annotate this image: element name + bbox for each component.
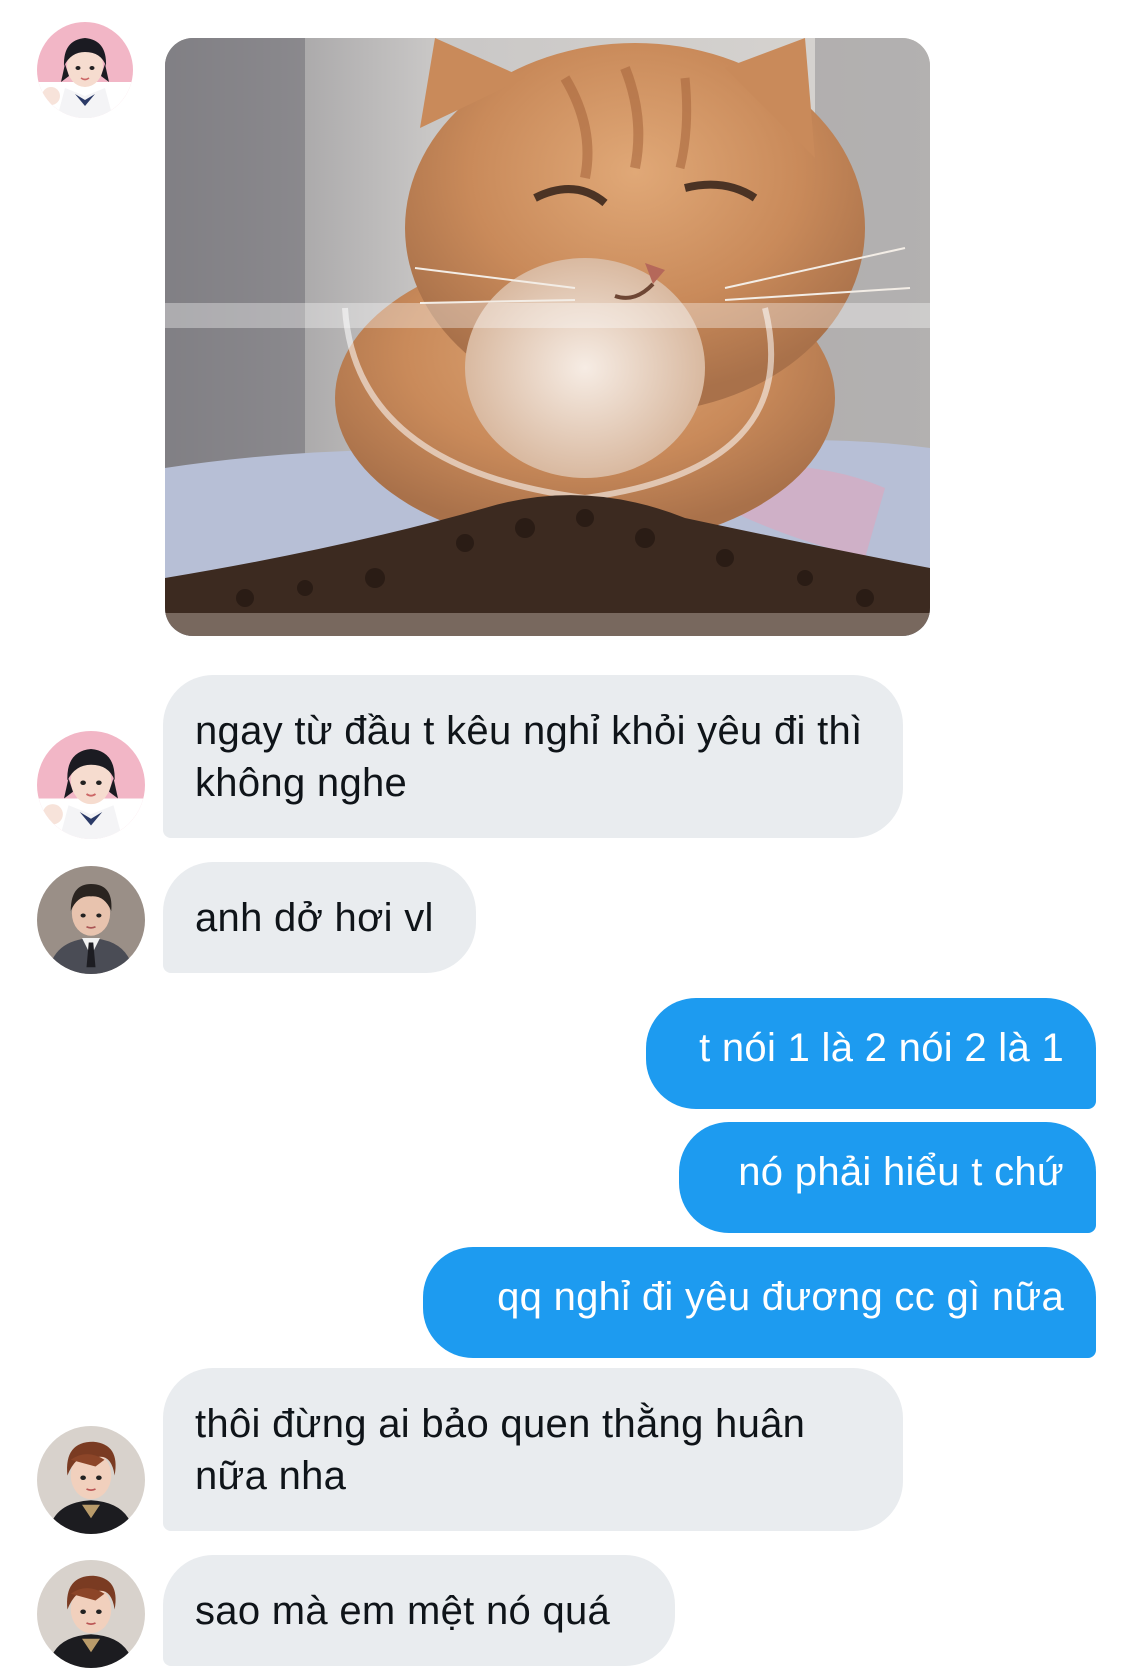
message-bubble-incoming[interactable]: ngay từ đầu t kêu nghỉ khỏi yêu đi thì k… — [163, 675, 903, 838]
message-bubble-outgoing[interactable]: t nói 1 là 2 nói 2 là 1 — [646, 998, 1096, 1109]
message-bubble-outgoing[interactable]: qq nghỉ đi yêu đương cc gì nữa — [423, 1247, 1096, 1358]
cat-photo — [165, 38, 930, 636]
avatar-young-man-image — [37, 1560, 145, 1668]
avatar-man-image — [37, 866, 145, 974]
sender-avatar-young-man[interactable] — [37, 1560, 145, 1668]
media-image-cat[interactable] — [165, 38, 930, 636]
sender-avatar-young-man[interactable] — [37, 1426, 145, 1534]
sender-avatar-man-suit[interactable] — [37, 866, 145, 974]
message-bubble-incoming[interactable]: sao mà em mệt nó quá — [163, 1555, 675, 1666]
avatar-young-man-image — [37, 1426, 145, 1534]
message-bubble-incoming[interactable]: thôi đừng ai bảo quen thằng huân nữa nha — [163, 1368, 903, 1531]
sender-avatar-girl[interactable] — [37, 731, 145, 839]
message-bubble-outgoing[interactable]: nó phải hiểu t chứ — [679, 1122, 1096, 1233]
avatar-girl-image — [37, 22, 133, 118]
message-thread: ngay từ đầu t kêu nghỉ khỏi yêu đi thì k… — [0, 0, 1125, 1679]
avatar-girl-image — [37, 731, 145, 839]
message-bubble-incoming[interactable]: anh dở hơi vl — [163, 862, 476, 973]
sender-avatar-girl[interactable] — [37, 22, 133, 118]
